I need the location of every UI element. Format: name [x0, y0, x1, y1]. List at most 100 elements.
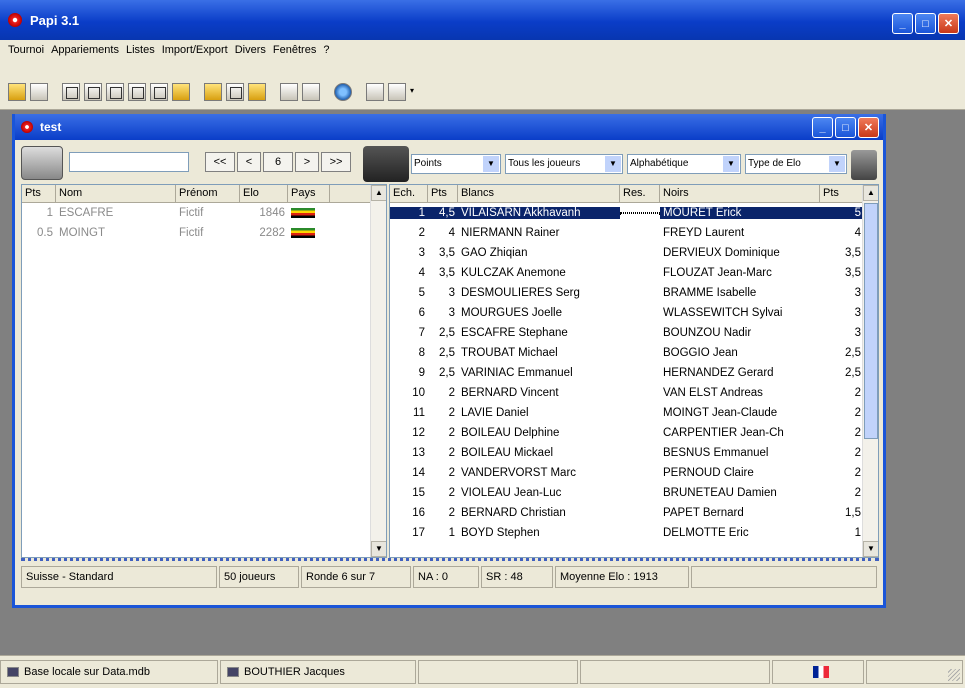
open-icon[interactable] — [8, 83, 26, 101]
table-row[interactable]: 8 2,5 TROUBAT Michael BOGGIO Jean 2,5 — [390, 343, 878, 363]
cell-ech: 7 — [418, 327, 425, 339]
table-row[interactable]: 16 2 BERNARD Christian PAPET Bernard 1,5 — [390, 503, 878, 523]
cell-pts: 0.5 — [37, 227, 53, 239]
child-minimize-button[interactable]: _ — [812, 117, 833, 138]
col-ech[interactable]: Ech. — [390, 185, 428, 202]
right-scrollbar[interactable]: ▲ ▼ — [862, 185, 878, 557]
cell-pts-black: 3,5 — [845, 247, 861, 259]
splitter[interactable] — [21, 558, 879, 562]
table-row[interactable]: 11 2 LAVIE Daniel MOINGT Jean-Claude 2 — [390, 403, 878, 423]
list-icon[interactable] — [106, 83, 124, 101]
menu-import-export[interactable]: Import/Export — [162, 44, 228, 56]
cell-pts: 3 — [448, 307, 455, 319]
grid-icon[interactable] — [62, 83, 80, 101]
columns-icon[interactable] — [128, 83, 146, 101]
table-icon[interactable] — [84, 83, 102, 101]
cell-pts: 2 — [448, 507, 455, 519]
col-nom[interactable]: Nom — [56, 185, 176, 202]
form-icon[interactable] — [226, 83, 244, 101]
print-icon[interactable] — [363, 146, 409, 182]
menu-fenetres[interactable]: Fenêtres — [273, 44, 316, 56]
scroll-up-icon[interactable]: ▲ — [863, 185, 878, 201]
cell-noirs: VAN ELST Andreas — [663, 387, 763, 399]
table-row[interactable]: 9 2,5 VARINIAC Emmanuel HERNANDEZ Gerard 2,5 — [390, 363, 878, 383]
cell-pts: 1 — [46, 207, 53, 219]
table-row[interactable]: 10 2 BERNARD Vincent VAN ELST Andreas 2 — [390, 383, 878, 403]
cell-pts-black: 2,5 — [845, 367, 861, 379]
cell-noirs: DELMOTTE Eric — [663, 527, 749, 539]
col-blancs[interactable]: Blancs — [458, 185, 620, 202]
user-icon[interactable] — [388, 83, 406, 101]
window-icon[interactable] — [150, 83, 168, 101]
table-row[interactable]: 17 1 BOYD Stephen DELMOTTE Eric 1 — [390, 523, 878, 543]
cell-blancs: GAO Zhiqian — [461, 247, 528, 259]
col-elo[interactable]: Elo — [240, 185, 288, 202]
scroll-up-icon[interactable]: ▲ — [371, 185, 386, 201]
new-icon[interactable] — [30, 83, 48, 101]
scroll-down-icon[interactable]: ▼ — [371, 541, 386, 557]
players-filter-select[interactable]: Tous les joueurs ▼ — [505, 154, 623, 174]
export-icon[interactable] — [204, 83, 222, 101]
col-res[interactable]: Res. — [620, 185, 660, 202]
table-row[interactable]: 2 4 NIERMANN Rainer FREYD Laurent 4 — [390, 223, 878, 243]
table-row[interactable]: 5 3 DESMOULIERES Serg BRAMME Isabelle 3 — [390, 283, 878, 303]
resize-grip-icon[interactable] — [948, 669, 960, 681]
scroll-thumb[interactable] — [864, 203, 878, 439]
prev-round-button[interactable]: < — [237, 152, 261, 172]
child-close-button[interactable]: ✕ — [858, 117, 879, 138]
elo-type-select[interactable]: Type de Elo ▼ — [745, 154, 847, 174]
table-row[interactable]: 4 3,5 KULCZAK Anemone FLOUZAT Jean-Marc 3,5 — [390, 263, 878, 283]
col-pays[interactable]: Pays — [288, 185, 330, 202]
child-maximize-button[interactable]: □ — [835, 117, 856, 138]
disabled-icon[interactable] — [280, 83, 298, 101]
chevron-down-icon[interactable]: ▾ — [410, 86, 418, 104]
table-row[interactable]: 15 2 VIOLEAU Jean-Luc BRUNETEAU Damien 2 — [390, 483, 878, 503]
table-row[interactable]: 14 2 VANDERVORST Marc PERNOUD Claire 2 — [390, 463, 878, 483]
next-round-button[interactable]: > — [295, 152, 319, 172]
menu-listes[interactable]: Listes — [126, 44, 155, 56]
last-round-button[interactable]: >> — [321, 152, 351, 172]
chevron-down-icon: ▼ — [829, 156, 845, 172]
cell-ech: 1 — [390, 207, 428, 219]
col-noirs[interactable]: Noirs — [660, 185, 820, 202]
menu-help[interactable]: ? — [323, 44, 329, 56]
table-row[interactable]: 1 ESCAFRE Fictif 1846 — [22, 203, 386, 223]
search-input[interactable] — [69, 152, 189, 172]
cell-noirs: FLOUZAT Jean-Marc — [663, 267, 772, 279]
col-pts[interactable]: Pts — [22, 185, 56, 202]
first-round-button[interactable]: << — [205, 152, 235, 172]
scroll-down-icon[interactable]: ▼ — [863, 541, 878, 557]
menu-tournoi[interactable]: Tournoi — [8, 44, 44, 56]
minimize-button[interactable]: _ — [892, 13, 913, 34]
menu-divers[interactable]: Divers — [235, 44, 266, 56]
order-select[interactable]: Alphabétique ▼ — [627, 154, 741, 174]
help-icon[interactable] — [302, 83, 320, 101]
menu-appariements[interactable]: Appariements — [51, 44, 119, 56]
round-number[interactable]: 6 — [263, 152, 293, 172]
globe-icon[interactable] — [334, 83, 352, 101]
cell-blancs: KULCZAK Anemone — [461, 267, 566, 279]
cell-noirs: CARPENTIER Jean-Ch — [663, 427, 784, 439]
computer-icon[interactable] — [21, 146, 63, 180]
cell-res[interactable] — [620, 212, 660, 214]
col-pts-black[interactable]: Pts — [820, 185, 864, 202]
close-button[interactable]: ✕ — [938, 13, 959, 34]
table-row[interactable]: 1 4,5 VILAISARN Akkhavanh MOURET Erick 5 — [390, 203, 878, 223]
left-scrollbar[interactable]: ▲ ▼ — [370, 185, 386, 557]
table-row[interactable]: 7 2,5 ESCAFRE Stephane BOUNZOU Nadir 3 — [390, 323, 878, 343]
table-row[interactable]: 12 2 BOILEAU Delphine CARPENTIER Jean-Ch 2 — [390, 423, 878, 443]
sort-points-select[interactable]: Points ▼ — [411, 154, 501, 174]
trash-icon[interactable] — [851, 150, 877, 180]
cell-pts-black: 3 — [854, 307, 861, 319]
table-row[interactable]: 6 3 MOURGUES Joelle WLASSEWITCH Sylvai 3 — [390, 303, 878, 323]
search-icon[interactable] — [366, 83, 384, 101]
edit-icon[interactable] — [248, 83, 266, 101]
table-row[interactable]: 3 3,5 GAO Zhiqian DERVIEUX Dominique 3,5 — [390, 243, 878, 263]
chart-icon[interactable] — [172, 83, 190, 101]
table-row[interactable]: 13 2 BOILEAU Mickael BESNUS Emmanuel 2 — [390, 443, 878, 463]
status-language[interactable] — [772, 660, 864, 684]
col-pts[interactable]: Pts — [428, 185, 458, 202]
col-prenom[interactable]: Prénom — [176, 185, 240, 202]
table-row[interactable]: 0.5 MOINGT Fictif 2282 — [22, 223, 386, 243]
maximize-button[interactable]: □ — [915, 13, 936, 34]
